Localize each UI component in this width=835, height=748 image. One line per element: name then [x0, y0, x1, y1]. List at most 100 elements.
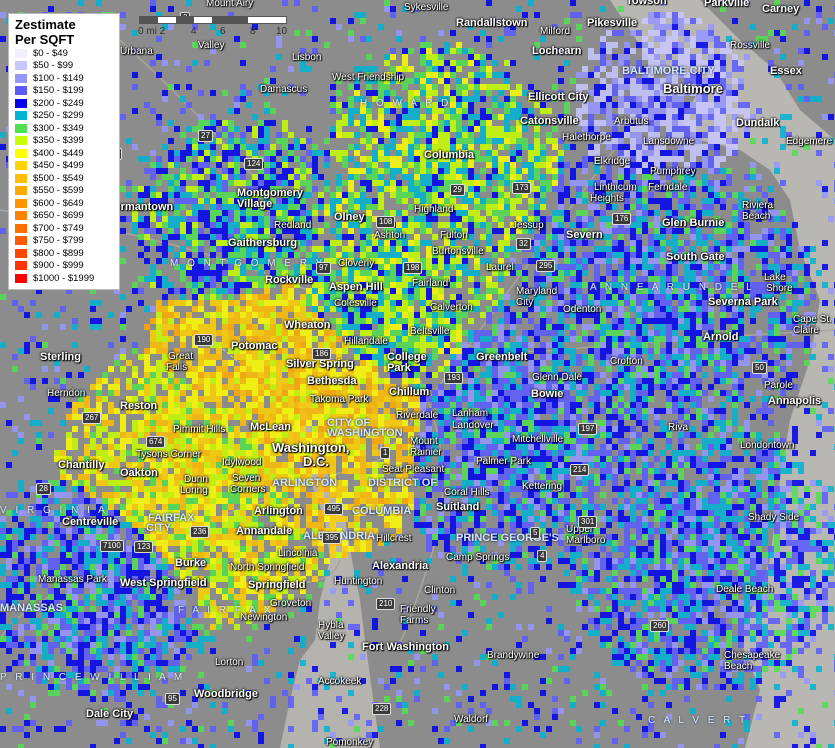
heat-cell: [666, 354, 672, 360]
heat-cell: [228, 132, 234, 138]
heat-cell: [600, 294, 606, 300]
heat-cell: [684, 270, 690, 276]
heat-cell: [528, 156, 534, 162]
heat-cell: [384, 156, 390, 162]
heat-cell: [0, 342, 6, 348]
heat-cell: [198, 318, 204, 324]
heat-cell: [540, 162, 546, 168]
heat-cell: [372, 318, 378, 324]
heat-cell: [480, 120, 486, 126]
heat-cell: [492, 324, 498, 330]
heat-cell: [210, 114, 216, 120]
heat-cell: [534, 234, 540, 240]
heat-cell: [498, 72, 504, 78]
heat-cell: [678, 102, 684, 108]
heat-cell: [642, 108, 648, 114]
heat-cell: [264, 306, 270, 312]
heat-cell: [786, 228, 792, 234]
heat-cell: [762, 192, 768, 198]
heat-cell: [486, 288, 492, 294]
heat-cell: [702, 30, 708, 36]
heat-cell: [786, 270, 792, 276]
heat-cell: [162, 306, 168, 312]
heat-cell: [480, 72, 486, 78]
heat-cell: [654, 216, 660, 222]
heat-cell: [450, 90, 456, 96]
heat-cell: [168, 174, 174, 180]
heat-cell: [498, 228, 504, 234]
heat-cell: [360, 372, 366, 378]
heat-cell: [678, 318, 684, 324]
heat-cell: [678, 198, 684, 204]
heat-cell: [702, 210, 708, 216]
heat-cell: [486, 342, 492, 348]
heat-cell: [696, 150, 702, 156]
heat-cell: [756, 348, 762, 354]
heat-cell: [534, 330, 540, 336]
heat-cell: [564, 192, 570, 198]
heat-cell: [270, 144, 276, 150]
heat-cell: [606, 240, 612, 246]
heat-cell: [288, 66, 294, 72]
heat-cell: [432, 258, 438, 264]
heat-cell: [804, 48, 810, 54]
heat-cell: [588, 252, 594, 258]
heat-cell: [444, 258, 450, 264]
heat-cell: [414, 246, 420, 252]
heat-cell: [480, 108, 486, 114]
heat-cell: [498, 210, 504, 216]
heat-cell: [96, 402, 102, 408]
heat-cell: [702, 360, 708, 366]
heat-cell: [138, 234, 144, 240]
heat-cell: [618, 96, 624, 102]
heat-cell: [822, 342, 828, 348]
heat-cell: [708, 198, 714, 204]
heat-cell: [522, 168, 528, 174]
heat-cell: [198, 354, 204, 360]
heat-cell: [510, 96, 516, 102]
heat-cell: [666, 120, 672, 126]
heat-cell: [402, 318, 408, 324]
heat-cell: [558, 216, 564, 222]
heat-cell: [282, 210, 288, 216]
heat-cell: [660, 36, 666, 42]
heat-cell: [90, 300, 96, 306]
heat-cell: [198, 150, 204, 156]
heat-cell: [648, 258, 654, 264]
heat-cell: [786, 252, 792, 258]
heat-cell: [246, 294, 252, 300]
heat-cell: [348, 318, 354, 324]
heat-cell: [270, 120, 276, 126]
heat-cell: [420, 78, 426, 84]
heat-cell: [204, 276, 210, 282]
heat-cell: [414, 294, 420, 300]
heat-cell: [618, 336, 624, 342]
heat-cell: [234, 222, 240, 228]
heat-cell: [600, 348, 606, 354]
heat-cell: [312, 234, 318, 240]
heat-cell: [528, 150, 534, 156]
heat-cell: [18, 396, 24, 402]
heat-cell: [630, 300, 636, 306]
heat-cell: [498, 366, 504, 372]
heat-cell: [684, 348, 690, 354]
heat-cell: [390, 6, 396, 12]
heat-cell: [222, 156, 228, 162]
heat-cell: [534, 252, 540, 258]
heat-cell: [738, 240, 744, 246]
heat-cell: [828, 18, 834, 24]
heat-cell: [462, 138, 468, 144]
heat-cell: [180, 192, 186, 198]
heat-cell: [540, 324, 546, 330]
heat-cell: [780, 294, 786, 300]
heat-cell: [762, 342, 768, 348]
heat-cell: [474, 186, 480, 192]
heat-cell: [204, 60, 210, 66]
map-view[interactable]: Mount Airy Sykesville Randallstown Towson Pa…: [0, 0, 835, 748]
heat-cell: [648, 330, 654, 336]
heat-cell: [822, 282, 828, 288]
heat-cell: [60, 306, 66, 312]
heat-cell: [486, 90, 492, 96]
heat-cell: [654, 78, 660, 84]
heat-cell: [654, 198, 660, 204]
